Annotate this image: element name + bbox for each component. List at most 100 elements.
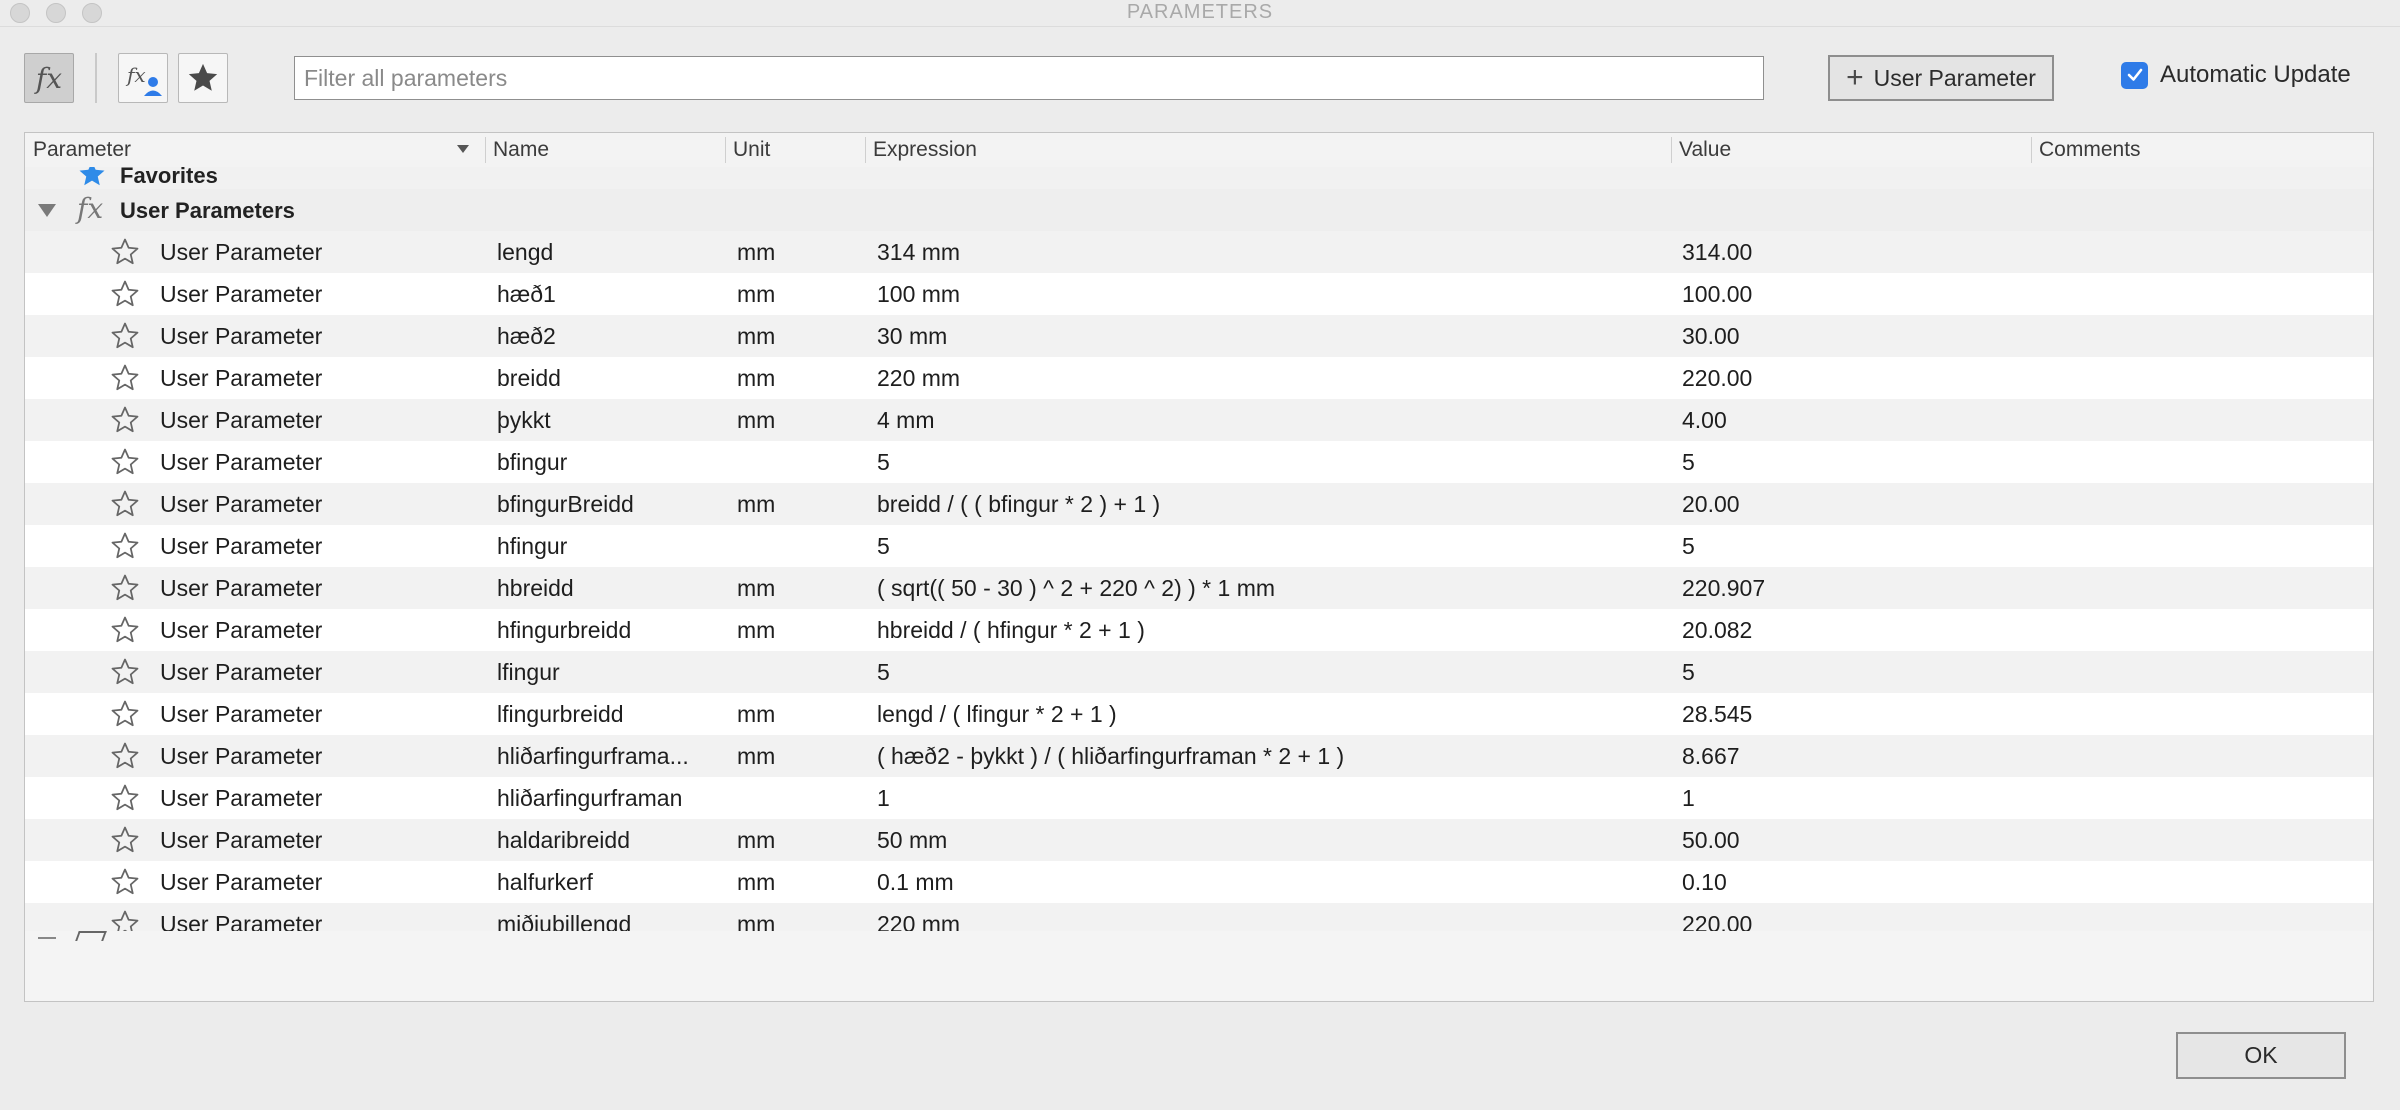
expression-cell[interactable]: hbreidd / ( hfingur * 2 + 1 ) (877, 609, 1667, 651)
name-cell[interactable]: lengd (497, 231, 723, 273)
table-row[interactable]: User Parameter hfingur 5 5 (25, 525, 2373, 567)
name-cell[interactable]: haldaribreidd (497, 819, 723, 861)
favorite-star-outline-icon[interactable] (110, 615, 140, 645)
column-header-expression[interactable]: Expression (865, 133, 1671, 167)
expression-cell[interactable]: breidd / ( ( bfingur * 2 ) + 1 ) (877, 483, 1667, 525)
add-user-parameter-button[interactable]: + User Parameter (1828, 55, 2054, 101)
table-row[interactable]: User Parameter lfingur 5 5 (25, 651, 2373, 693)
expression-cell[interactable]: 5 (877, 651, 1667, 693)
table-row[interactable]: User Parameter bfingurBreidd mm breidd / ( … (25, 483, 2373, 525)
comments-cell[interactable] (2039, 231, 2369, 273)
sort-chevron-icon[interactable] (457, 145, 469, 153)
comments-cell[interactable] (2039, 441, 2369, 483)
filter-parameters-input[interactable] (294, 56, 1764, 100)
comments-cell[interactable] (2039, 693, 2369, 735)
favorites-group-row[interactable]: Favorites (25, 167, 2373, 189)
user-parameters-group-row[interactable]: fx User Parameters (25, 189, 2373, 231)
name-cell[interactable]: halfurkerf (497, 861, 723, 903)
expression-cell[interactable]: 0.1 mm (877, 861, 1667, 903)
expression-cell[interactable]: 314 mm (877, 231, 1667, 273)
expression-cell[interactable]: 220 mm (877, 357, 1667, 399)
comments-cell[interactable] (2039, 567, 2369, 609)
table-row[interactable]: User Parameter hæð2 mm 30 mm 30.00 (25, 315, 2373, 357)
table-row[interactable]: User Parameter breidd mm 220 mm 220.00 (25, 357, 2373, 399)
table-row[interactable]: User Parameter halfurkerf mm 0.1 mm 0.10 (25, 861, 2373, 903)
favorite-star-outline-icon[interactable] (110, 657, 140, 687)
favorite-star-outline-icon[interactable] (110, 825, 140, 855)
favorite-star-outline-icon[interactable] (110, 573, 140, 603)
name-cell[interactable]: bfingur (497, 441, 723, 483)
name-cell[interactable]: lfingurbreidd (497, 693, 723, 735)
comments-cell[interactable] (2039, 609, 2369, 651)
name-cell[interactable]: hbreidd (497, 567, 723, 609)
table-row[interactable]: User Parameter hbreidd mm ( sqrt(( 50 - 30 … (25, 567, 2373, 609)
table-row[interactable]: User Parameter hæð1 mm 100 mm 100.00 (25, 273, 2373, 315)
column-header-unit[interactable]: Unit (725, 133, 865, 167)
expression-cell[interactable]: 50 mm (877, 819, 1667, 861)
comments-cell[interactable] (2039, 483, 2369, 525)
comments-cell[interactable] (2039, 735, 2369, 777)
comments-cell[interactable] (2039, 777, 2369, 819)
favorite-star-outline-icon[interactable] (110, 531, 140, 561)
expression-cell[interactable]: ( sqrt(( 50 - 30 ) ^ 2 + 220 ^ 2) ) * 1 … (877, 567, 1667, 609)
comments-cell[interactable] (2039, 651, 2369, 693)
favorite-star-outline-icon[interactable] (110, 279, 140, 309)
column-header-name[interactable]: Name (485, 133, 725, 167)
table-row[interactable]: User Parameter hliðarfingurframa... mm ( hæ… (25, 735, 2373, 777)
table-row[interactable]: User Parameter hliðarfingurframan 1 1 (25, 777, 2373, 819)
name-cell[interactable]: hliðarfingurframan (497, 777, 723, 819)
automatic-update-checkbox[interactable] (2121, 61, 2148, 89)
favorite-star-outline-icon[interactable] (110, 699, 140, 729)
table-row[interactable]: User Parameter hfingurbreidd mm hbreidd / (… (25, 609, 2373, 651)
name-cell[interactable]: lfingur (497, 651, 723, 693)
name-cell[interactable]: hfingurbreidd (497, 609, 723, 651)
comments-cell[interactable] (2039, 819, 2369, 861)
table-row[interactable]: User Parameter haldaribreidd mm 50 mm 50.00 (25, 819, 2373, 861)
column-header-comments[interactable]: Comments (2031, 133, 2371, 167)
name-cell[interactable]: breidd (497, 357, 723, 399)
name-cell[interactable]: hliðarfingurframa... (497, 735, 723, 777)
favorite-star-outline-icon[interactable] (110, 237, 140, 267)
expression-cell[interactable]: ( hæð2 - þykkt ) / ( hliðarfingurframan … (877, 735, 1667, 777)
expression-cell[interactable]: lengd / ( lfingur * 2 + 1 ) (877, 693, 1667, 735)
column-header-parameter[interactable]: Parameter (25, 133, 485, 167)
name-cell[interactable]: bfingurBreidd (497, 483, 723, 525)
favorite-star-outline-icon[interactable] (110, 783, 140, 813)
favorite-star-outline-icon[interactable] (110, 321, 140, 351)
name-cell[interactable]: þykkt (497, 399, 723, 441)
name-cell[interactable]: hæð1 (497, 273, 723, 315)
user-parameters-filter-button[interactable]: fx (118, 53, 168, 103)
expression-cell[interactable]: 5 (877, 525, 1667, 567)
expression-cell[interactable]: 1 (877, 777, 1667, 819)
collapse-triangle-icon[interactable] (38, 204, 56, 217)
table-row[interactable]: User Parameter lengd mm 314 mm 314.00 (25, 231, 2373, 273)
expression-cell[interactable]: 100 mm (877, 273, 1667, 315)
favorite-star-outline-icon[interactable] (110, 447, 140, 477)
ok-button[interactable]: OK (2176, 1032, 2346, 1079)
favorite-star-outline-icon[interactable] (110, 867, 140, 897)
comments-cell[interactable] (2039, 399, 2369, 441)
favorites-filter-button[interactable] (178, 53, 228, 103)
expression-cell[interactable]: 5 (877, 441, 1667, 483)
name-cell[interactable]: hæð2 (497, 315, 723, 357)
table-row[interactable]: User Parameter lfingurbreidd mm lengd / ( l… (25, 693, 2373, 735)
expression-cell[interactable]: 30 mm (877, 315, 1667, 357)
comments-cell[interactable] (2039, 273, 2369, 315)
favorite-star-outline-icon[interactable] (110, 741, 140, 771)
favorite-star-outline-icon[interactable] (110, 405, 140, 435)
comments-cell[interactable] (2039, 357, 2369, 399)
toolbar-separator (95, 53, 97, 103)
automatic-update-toggle[interactable]: Automatic Update (2121, 61, 2351, 89)
comments-cell[interactable] (2039, 315, 2369, 357)
table-row[interactable]: User Parameter bfingur 5 5 (25, 441, 2373, 483)
comments-cell[interactable] (2039, 861, 2369, 903)
all-parameters-fx-button[interactable]: fx (24, 53, 74, 103)
value-cell: 314.00 (1682, 239, 1753, 265)
comments-cell[interactable] (2039, 525, 2369, 567)
column-header-value[interactable]: Value (1671, 133, 2031, 167)
name-cell[interactable]: hfingur (497, 525, 723, 567)
favorite-star-outline-icon[interactable] (110, 363, 140, 393)
table-row[interactable]: User Parameter þykkt mm 4 mm 4.00 (25, 399, 2373, 441)
favorite-star-outline-icon[interactable] (110, 489, 140, 519)
expression-cell[interactable]: 4 mm (877, 399, 1667, 441)
